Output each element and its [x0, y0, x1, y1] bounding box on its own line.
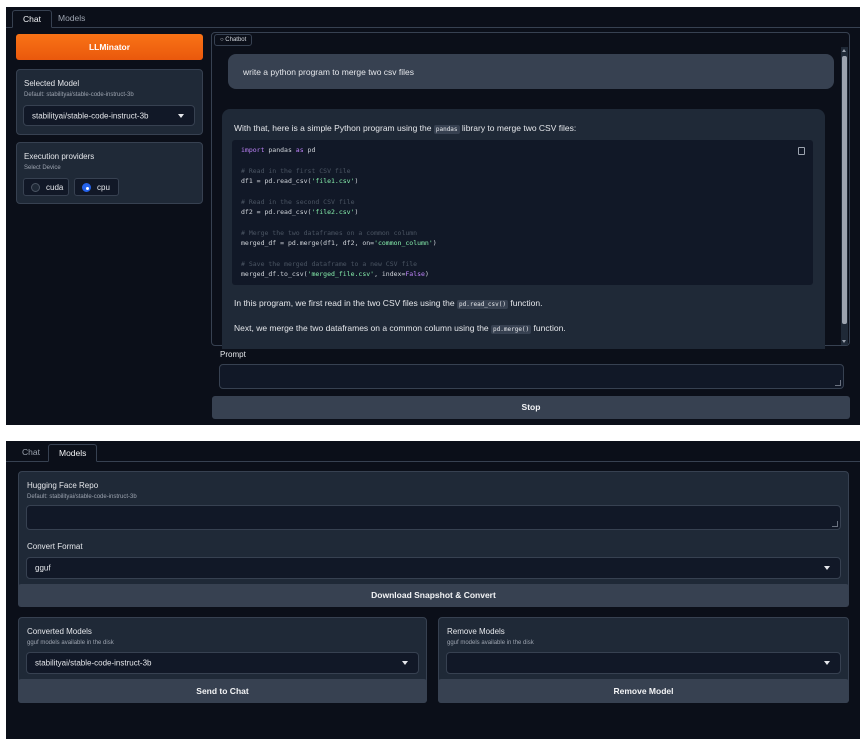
tab-bar: Chat Models: [6, 7, 860, 28]
selected-model-block: Selected Model Default: stabilityai/stab…: [16, 69, 203, 135]
remove-models-sublabel: gguf models available in the disk: [447, 640, 534, 646]
scroll-down-icon[interactable]: [842, 340, 846, 343]
user-message-bubble: write a python program to merge two csv …: [228, 54, 834, 89]
copy-icon[interactable]: [798, 147, 805, 155]
user-message-text: write a python program to merge two csv …: [243, 67, 415, 77]
convert-format-value: gguf: [35, 563, 51, 573]
radio-cpu[interactable]: cpu: [74, 178, 119, 196]
converted-models-label: Converted Models: [27, 627, 92, 636]
remove-models-label: Remove Models: [447, 627, 505, 636]
execution-providers-block: Execution providers Select Device cuda c…: [16, 142, 203, 204]
para2-after: function.: [533, 323, 566, 333]
code-line-4: df1 = pd.read_csv('file1.csv'): [241, 177, 359, 185]
converted-models-dropdown[interactable]: stabilityai/stable-code-instruct-3b: [26, 652, 419, 674]
scroll-thumb[interactable]: [842, 56, 847, 324]
scroll-up-icon[interactable]: [842, 49, 846, 52]
code-line-10: merged_df = pd.merge(df1, df2, on='commo…: [241, 239, 437, 247]
para1-before: In this program, we first read in the tw…: [234, 298, 455, 308]
chat-scrollbar[interactable]: [841, 47, 848, 345]
radio-cpu-label: cpu: [97, 183, 110, 192]
inline-code: pandas: [433, 125, 460, 134]
tab-models[interactable]: Models: [48, 10, 95, 28]
download-convert-button[interactable]: Download Snapshot & Convert: [18, 584, 849, 607]
radio-unchecked-icon: [31, 183, 40, 192]
selected-model-sublabel: Default: stabilityai/stable-code-instruc…: [24, 92, 134, 98]
chevron-down-icon: [402, 661, 408, 665]
tab-models[interactable]: Models: [48, 444, 98, 462]
radio-cuda-label: cuda: [46, 183, 64, 192]
models-panel: Chat Models Hugging Face Repo Default: s…: [6, 441, 860, 739]
para1-after: function.: [510, 298, 543, 308]
bot-paragraph-1: In this program, we first read in the tw…: [234, 298, 543, 309]
selected-model-label: Selected Model: [24, 79, 80, 88]
tab-bar: Chat Models: [6, 441, 860, 462]
converted-models-sublabel: gguf models available in the disk: [27, 640, 114, 646]
converted-models-value: stabilityai/stable-code-instruct-3b: [35, 658, 152, 668]
chevron-down-icon: [824, 661, 830, 665]
code-line-1: import pandas as pd: [241, 146, 316, 154]
prompt-input[interactable]: [219, 364, 844, 389]
code-line-12: # Save the merged dataframe to a new CSV…: [241, 260, 418, 268]
chatbot-tag: ○ Chatbot: [214, 34, 253, 46]
selected-model-dropdown[interactable]: stabilityai/stable-code-instruct-3b: [23, 105, 195, 126]
tab-chat[interactable]: Chat: [12, 444, 50, 462]
bot-intro-text: With that, here is a simple Python progr…: [234, 123, 577, 134]
remove-models-dropdown[interactable]: [446, 652, 841, 674]
chevron-down-icon: [824, 566, 830, 570]
selected-model-value: stabilityai/stable-code-instruct-3b: [32, 111, 149, 120]
inline-code: pd.read_csv(): [457, 300, 508, 309]
resize-handle-icon[interactable]: [832, 521, 838, 527]
para2-before: Next, we merge the two dataframes on a c…: [234, 323, 489, 333]
chatbot-label: Chatbot: [225, 37, 247, 43]
inline-code: pd.merge(): [491, 325, 532, 334]
code-line-13: merged_df.to_csv('merged_file.csv', inde…: [241, 270, 429, 278]
bot-intro-before: With that, here is a simple Python progr…: [234, 123, 432, 133]
chat-bubble-icon: ○: [220, 37, 224, 43]
convert-format-label: Convert Format: [27, 542, 83, 551]
bot-paragraph-2: Next, we merge the two dataframes on a c…: [234, 323, 566, 334]
code-line-3: # Read in the first CSV file: [241, 167, 351, 175]
code-line-7: df2 = pd.read_csv('file2.csv'): [241, 208, 359, 216]
code-block: import pandas as pd # Read in the first …: [232, 140, 813, 285]
bot-message-bubble: With that, here is a simple Python progr…: [222, 109, 825, 349]
bot-intro-after: library to merge two CSV files:: [461, 123, 577, 133]
tab-chat[interactable]: Chat: [12, 10, 52, 28]
llminator-button[interactable]: LLMinator: [16, 34, 203, 60]
code-line-9: # Merge the two dataframes on a common c…: [241, 229, 418, 237]
hf-repo-input[interactable]: [26, 505, 841, 530]
remove-model-button[interactable]: Remove Model: [438, 679, 849, 703]
code-line-6: # Read in the second CSV file: [241, 198, 355, 206]
execution-providers-sublabel: Select Device: [24, 165, 61, 171]
hf-repo-label: Hugging Face Repo: [27, 481, 99, 490]
convert-format-dropdown[interactable]: gguf: [26, 557, 841, 579]
stop-button[interactable]: Stop: [212, 396, 850, 419]
radio-cuda[interactable]: cuda: [23, 178, 69, 196]
chat-panel: Chat Models LLMinator Selected Model Def…: [6, 7, 860, 425]
prompt-label: Prompt: [220, 350, 246, 359]
chatbot-block: ○ Chatbot write a python program to merg…: [211, 32, 850, 349]
hf-repo-sublabel: Default: stabilityai/stable-code-instruc…: [27, 494, 137, 500]
radio-checked-icon: [82, 183, 91, 192]
execution-providers-label: Execution providers: [24, 152, 95, 161]
resize-handle-icon[interactable]: [835, 380, 841, 386]
chevron-down-icon: [178, 113, 184, 118]
send-to-chat-button[interactable]: Send to Chat: [18, 679, 427, 703]
